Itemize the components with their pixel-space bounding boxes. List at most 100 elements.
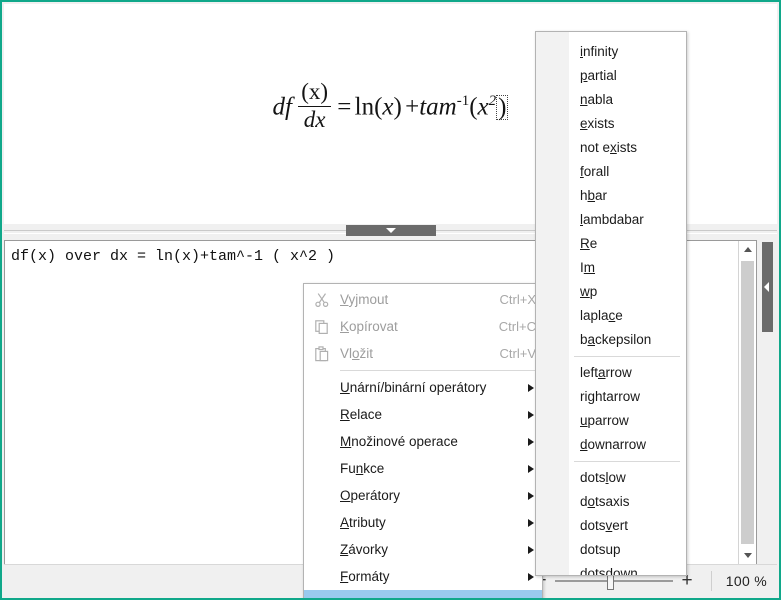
menu-icon-slot	[304, 429, 340, 455]
chevron-down-icon	[743, 553, 752, 558]
submenu-item-dotsvert[interactable]: dotsvert	[536, 514, 686, 538]
context-menu[interactable]: Vyjmout Ctrl+X Kopírovat Ctrl+C Vložit Ctrl+V…	[303, 283, 543, 599]
submenu-item-forall[interactable]: forall	[536, 160, 686, 184]
menu-item-label: Vložit	[340, 346, 374, 361]
menu-icon-slot	[304, 456, 340, 482]
submenu-item-uparrow[interactable]: uparrow	[536, 409, 686, 433]
submenu-item-dotsdown[interactable]: dotsdown	[536, 562, 686, 575]
menu-item-label: Relace	[340, 407, 383, 422]
submenu-item-label: not exists	[580, 140, 638, 155]
formula-arg-close-paren: )	[498, 93, 507, 121]
menu-item-label: Operátory	[340, 488, 401, 503]
formula-numerator: (x)	[301, 79, 329, 104]
menu-item-functions[interactable]: Funkce	[304, 455, 542, 482]
zoom-slider-knob[interactable]	[607, 574, 614, 590]
menu-icon-slot	[304, 591, 340, 599]
submenu-item-label: uparrow	[580, 413, 629, 428]
submenu-item-dotsup[interactable]: dotsup	[536, 538, 686, 562]
zoom-slider-track[interactable]	[555, 574, 673, 590]
menu-separator	[340, 370, 541, 371]
menu-item-label: Atributy	[340, 515, 386, 530]
submenu-item-label: dotslow	[580, 470, 626, 485]
submenu-item-leftarrow[interactable]: leftarrow	[536, 361, 686, 385]
submenu-separator	[574, 461, 680, 462]
submenu-item-backepsilon[interactable]: backepsilon	[536, 328, 686, 352]
menu-item-relations[interactable]: Relace	[304, 401, 542, 428]
formula-tam-exponent: -1	[456, 93, 470, 110]
submenu-item-re[interactable]: Re	[536, 232, 686, 256]
menu-item-shortcut: Ctrl+V	[499, 346, 536, 361]
submenu-arrow-icon	[528, 410, 534, 419]
formula-denominator: dx	[303, 107, 326, 132]
submenu-item-label: wp	[580, 284, 598, 299]
submenu-item-label: hbar	[580, 188, 608, 203]
others-submenu[interactable]: infinity partial nabla exists not exists fora…	[535, 31, 687, 576]
submenu-item-laplace[interactable]: laplace	[536, 304, 686, 328]
submenu-item-wp[interactable]: wp	[536, 280, 686, 304]
scrollbar-thumb[interactable]	[741, 261, 754, 544]
submenu-item-label: laplace	[580, 308, 623, 323]
submenu-item-label: partial	[580, 68, 617, 83]
submenu-item-label: leftarrow	[580, 365, 632, 380]
submenu-item-exists[interactable]: exists	[536, 112, 686, 136]
submenu-item-im[interactable]: Im	[536, 256, 686, 280]
chevron-left-icon	[764, 282, 769, 292]
editor-vertical-scrollbar[interactable]	[738, 241, 756, 564]
menu-item-operators[interactable]: Operátory	[304, 482, 542, 509]
menu-item-label: Vyjmout	[340, 292, 389, 307]
submenu-item-label: Re	[580, 236, 598, 251]
menu-item-others[interactable]: Ostatní	[304, 590, 542, 599]
menu-item-label: Formáty	[340, 569, 390, 584]
splitter-collapse-handle[interactable]	[345, 225, 436, 236]
status-separator-2	[711, 570, 712, 591]
menu-icon-slot	[304, 402, 340, 428]
menu-item-attributes[interactable]: Atributy	[304, 509, 542, 536]
menu-item-copy: Kopírovat Ctrl+C	[304, 313, 542, 340]
menu-item-label: Množinové operace	[340, 434, 458, 449]
submenu-item-label: nabla	[580, 92, 614, 107]
menu-item-shortcut: Ctrl+X	[499, 292, 536, 307]
vertical-splitter[interactable]	[757, 240, 777, 565]
menu-item-brackets[interactable]: Závorky	[304, 536, 542, 563]
submenu-item-hbar[interactable]: hbar	[536, 184, 686, 208]
menu-item-label: Ostatní	[340, 596, 518, 598]
menu-item-unary-binary-operators[interactable]: Unární/binární operátory	[304, 374, 542, 401]
submenu-item-dotslow[interactable]: dotslow	[536, 466, 686, 490]
paste-icon	[304, 341, 340, 367]
submenu-item-label: downarrow	[580, 437, 647, 452]
menu-icon-slot	[304, 564, 340, 590]
formula-tam: tam	[419, 93, 457, 121]
submenu-item-rightarrow[interactable]: rightarrow	[536, 385, 686, 409]
chevron-up-icon	[743, 247, 752, 252]
submenu-item-dotsaxis[interactable]: dotsaxis	[536, 490, 686, 514]
menu-icon-slot	[304, 375, 340, 401]
submenu-item-label: exists	[580, 116, 615, 131]
menu-item-paste: Vložit Ctrl+V	[304, 340, 542, 367]
submenu-item-label: forall	[580, 164, 610, 179]
formula-arg-variable: x	[477, 93, 489, 121]
menu-icon-slot	[304, 537, 340, 563]
submenu-item-label: dotsup	[580, 542, 621, 557]
formula-ln-close-paren: )	[393, 93, 402, 121]
submenu-item-downarrow[interactable]: downarrow	[536, 433, 686, 457]
menu-item-formats[interactable]: Formáty	[304, 563, 542, 590]
menu-item-set-operations[interactable]: Množinové operace	[304, 428, 542, 455]
formula-plus: +	[405, 93, 420, 121]
cut-icon	[304, 287, 340, 313]
submenu-item-nabla[interactable]: nabla	[536, 88, 686, 112]
submenu-arrow-icon	[528, 491, 534, 500]
zoom-level-value[interactable]: 100 %	[721, 573, 777, 589]
submenu-item-lambdabar[interactable]: lambdabar	[536, 208, 686, 232]
formula-selection-marker[interactable]: )	[496, 93, 509, 121]
submenu-arrow-icon	[528, 383, 534, 392]
submenu-item-partial[interactable]: partial	[536, 64, 686, 88]
panel-collapse-handle[interactable]	[762, 242, 773, 332]
scroll-down-arrow[interactable]	[739, 547, 756, 564]
submenu-item-infinity[interactable]: infinity	[536, 40, 686, 64]
submenu-arrow-icon	[528, 464, 534, 473]
submenu-item-not-exists[interactable]: not exists	[536, 136, 686, 160]
submenu-item-label: dotsvert	[580, 518, 629, 533]
scroll-up-arrow[interactable]	[739, 241, 756, 258]
chevron-down-icon	[385, 228, 396, 233]
submenu-item-label: Im	[580, 260, 596, 275]
